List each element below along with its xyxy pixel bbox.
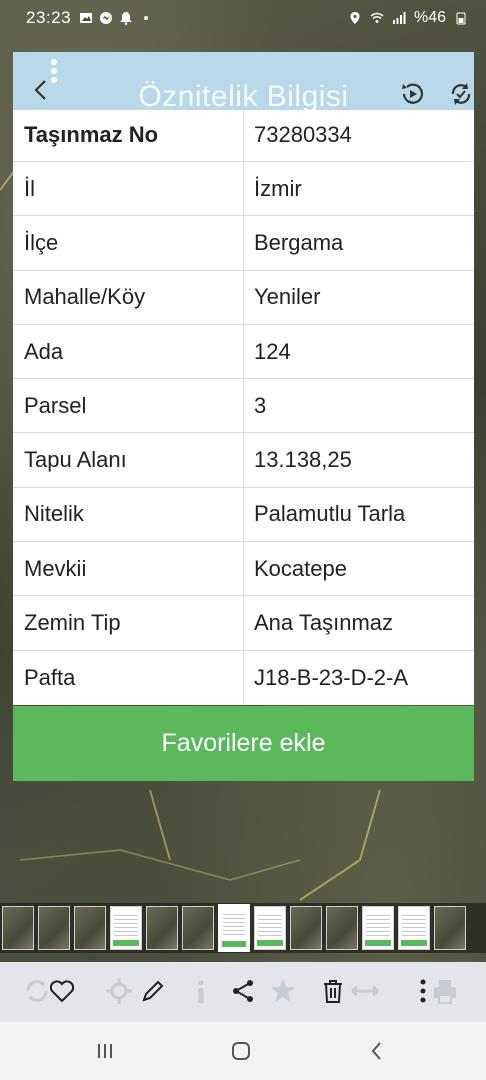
thumbnail[interactable] bbox=[254, 906, 286, 950]
thumbnail-active[interactable] bbox=[218, 904, 250, 952]
sync-icon[interactable] bbox=[447, 80, 475, 108]
crosshair-icon[interactable] bbox=[104, 976, 134, 1006]
thumbnail[interactable] bbox=[290, 906, 322, 950]
messenger-icon bbox=[100, 12, 113, 24]
attribute-value: Ana Taşınmaz bbox=[254, 610, 394, 636]
thumbnail[interactable] bbox=[434, 906, 466, 950]
pencil-icon[interactable] bbox=[138, 976, 168, 1006]
table-row: Parsel 3 bbox=[13, 379, 474, 434]
table-row: Zemin Tip Ana Taşınmaz bbox=[13, 596, 474, 651]
thumbnail-strip[interactable] bbox=[0, 903, 486, 953]
volte-signal-icon bbox=[392, 12, 406, 24]
thumbnail[interactable] bbox=[182, 906, 214, 950]
table-row: Tapu Alanı 13.138,25 bbox=[13, 433, 474, 488]
recent-apps-icon[interactable] bbox=[94, 1040, 116, 1062]
attribute-value: Yeniler bbox=[254, 284, 321, 310]
location-icon bbox=[350, 12, 360, 24]
attribute-value: Palamutlu Tarla bbox=[254, 501, 406, 527]
trash-icon[interactable] bbox=[318, 976, 348, 1006]
gallery-icon bbox=[80, 13, 93, 23]
attribute-table: Taşınmaz No 73280334 İl İzmir İlçe Bergama … bbox=[13, 110, 474, 705]
attribute-key: Pafta bbox=[13, 650, 244, 705]
system-navigation-bar bbox=[0, 1022, 486, 1080]
thumbnail[interactable] bbox=[38, 906, 70, 950]
print-icon[interactable] bbox=[430, 976, 460, 1006]
thumbnail[interactable] bbox=[362, 906, 394, 950]
attribute-key: Tapu Alanı bbox=[13, 433, 244, 487]
attribute-key: Mahalle/Köy bbox=[13, 270, 244, 324]
attribute-value: İzmir bbox=[254, 175, 302, 201]
thumbnail[interactable] bbox=[2, 906, 34, 950]
table-row: Nitelik Palamutlu Tarla bbox=[13, 487, 474, 543]
attribute-key: Ada bbox=[13, 324, 244, 379]
attribute-value: 124 bbox=[254, 338, 291, 364]
attribute-key: Zemin Tip bbox=[13, 596, 244, 650]
attribute-key: Nitelik bbox=[13, 487, 244, 542]
wifi-icon bbox=[370, 12, 384, 23]
attribute-key: Mevkii bbox=[13, 542, 244, 596]
attribute-value: 73280334 bbox=[254, 122, 352, 147]
attribute-value: Bergama bbox=[254, 229, 344, 255]
attribute-panel-header: Öznitelik Bilgisi bbox=[13, 52, 475, 113]
more-notifications-dot-icon bbox=[144, 16, 149, 20]
info-icon[interactable] bbox=[186, 976, 216, 1006]
replay-icon[interactable] bbox=[399, 80, 427, 108]
attribute-value: 13.138,25 bbox=[254, 447, 352, 473]
attribute-key: Taşınmaz No bbox=[13, 110, 244, 161]
home-icon[interactable] bbox=[230, 1040, 252, 1062]
attribute-key: İlçe bbox=[13, 216, 244, 270]
table-row: İlçe Bergama bbox=[13, 216, 474, 271]
battery-icon bbox=[456, 12, 466, 25]
attribute-key: İl bbox=[13, 162, 244, 216]
thumbnail[interactable] bbox=[326, 906, 358, 950]
attribute-value: J18-B-23-D-2-A bbox=[254, 664, 409, 690]
notification-bell-icon bbox=[120, 12, 133, 25]
table-row: İl İzmir bbox=[13, 162, 474, 217]
star-icon[interactable] bbox=[268, 976, 298, 1006]
back-icon[interactable] bbox=[366, 1040, 388, 1062]
measure-icon[interactable] bbox=[350, 976, 380, 1006]
thumbnail[interactable] bbox=[146, 906, 178, 950]
table-row: Taşınmaz No 73280334 bbox=[13, 110, 474, 162]
attribute-value: 3 bbox=[254, 392, 267, 418]
heart-icon[interactable] bbox=[47, 976, 77, 1006]
status-bar: 23:23 %46 bbox=[0, 0, 486, 36]
thumbnail[interactable] bbox=[110, 906, 142, 950]
table-row: Mevkii Kocatepe bbox=[13, 542, 474, 597]
bottom-toolbar bbox=[0, 962, 486, 1022]
table-row: Mahalle/Köy Yeniler bbox=[13, 270, 474, 325]
share-icon[interactable] bbox=[228, 976, 258, 1006]
attribute-value: Kocatepe bbox=[254, 555, 347, 581]
table-row: Pafta J18-B-23-D-2-A bbox=[13, 650, 474, 705]
thumbnail[interactable] bbox=[74, 906, 106, 950]
thumbnail[interactable] bbox=[398, 906, 430, 950]
table-row: Ada 124 bbox=[13, 324, 474, 380]
status-time: 23:23 bbox=[26, 8, 72, 27]
battery-level: %46 bbox=[413, 9, 446, 26]
add-to-favorites-button[interactable]: Favorilere ekle bbox=[13, 706, 474, 781]
attribute-key: Parsel bbox=[13, 379, 244, 433]
